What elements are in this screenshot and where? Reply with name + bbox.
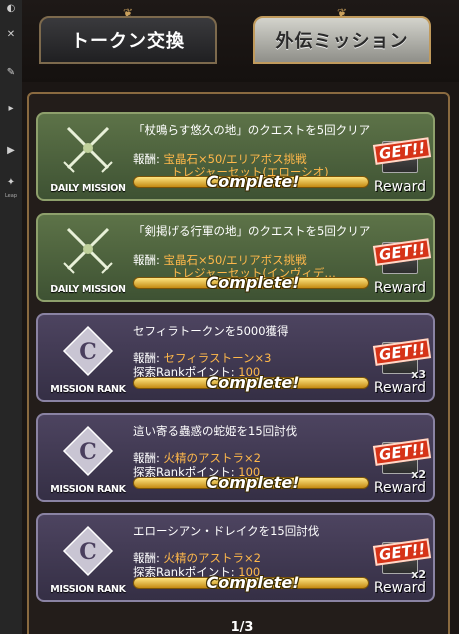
- reward-value: セフィラストーン×3: [163, 351, 272, 365]
- reward-prefix: 報酬:: [133, 551, 160, 565]
- emblem-label: MISSION RANK: [50, 584, 126, 595]
- reward-line: 報酬: セフィラストーン×3: [133, 351, 271, 365]
- video-icon[interactable]: ▸: [0, 102, 22, 116]
- reward-line: 報酬: 火精のアストラ×2: [133, 451, 261, 465]
- sparkle-icon[interactable]: ✦: [0, 176, 22, 190]
- complete-label: Complete!: [206, 172, 300, 191]
- emblem-label: MISSION RANK: [50, 484, 126, 495]
- complete-label: Complete!: [206, 573, 300, 592]
- play-icon[interactable]: ▶: [0, 144, 22, 158]
- reward-button[interactable]: Reward: [371, 280, 429, 296]
- mission-rank-emblem: C MISSION RANK: [44, 525, 132, 595]
- mission-title: エローシアン・ドレイクを15回討伐: [133, 524, 320, 538]
- mission-title: 這い寄る蟲惑の蛇姫を15回討伐: [133, 424, 298, 438]
- reward-button[interactable]: Reward: [371, 179, 429, 195]
- svg-text:C: C: [79, 539, 97, 565]
- emblem-label: DAILY MISSION: [50, 284, 126, 295]
- reward-item-icon[interactable]: GET!! x2: [372, 538, 432, 581]
- emblem-label: MISSION RANK: [50, 384, 126, 395]
- rank-c-icon: C: [58, 525, 118, 581]
- game-screen: ❦ ❦ トークン交換 外伝ミッション DAILY MISSION 「杖鳴らす悠久の…: [22, 0, 459, 634]
- mission-card: C MISSION RANK エローシアン・ドレイクを15回討伐 報酬: 火精のアスト…: [36, 513, 435, 602]
- rank-c-icon: C: [58, 325, 118, 381]
- circle-icon[interactable]: ◐: [0, 2, 22, 16]
- tab-label: トークン交換: [71, 31, 185, 52]
- reward-button[interactable]: Reward: [371, 480, 429, 496]
- sidebar-label: Leap: [4, 193, 17, 199]
- mission-card: DAILY MISSION 「剣掲げる行軍の地」のクエストを5回クリア 報酬: 宝晶…: [36, 213, 435, 302]
- browser-sidebar: ◐ ✕ ✎ ▸ ▶ ✦ Leap: [0, 0, 23, 634]
- crossed-swords-icon: [58, 124, 118, 180]
- mission-card: DAILY MISSION 「杖鳴らす悠久の地」のクエストを5回クリア 報酬: 宝晶…: [36, 112, 435, 201]
- reward-prefix: 報酬:: [133, 152, 160, 166]
- mission-title: セフィラトークンを5000獲得: [133, 324, 289, 338]
- daily-mission-emblem: DAILY MISSION: [44, 124, 132, 194]
- reward-value: 宝晶石×50/エリアボス挑戦: [163, 152, 307, 166]
- reward-value: 宝晶石×50/エリアボス挑戦: [163, 253, 307, 267]
- reward-button[interactable]: Reward: [371, 580, 429, 596]
- mission-title: 「剣掲げる行軍の地」のクエストを5回クリア: [133, 224, 371, 238]
- x-icon[interactable]: ✕: [0, 28, 22, 42]
- reward-item-icon[interactable]: GET!! x2: [372, 438, 432, 481]
- tab-side-mission[interactable]: 外伝ミッション: [253, 16, 431, 64]
- emblem-label: DAILY MISSION: [50, 183, 126, 194]
- reward-line: 報酬: 宝晶石×50/エリアボス挑戦: [133, 253, 307, 267]
- tab-token-exchange[interactable]: トークン交換: [39, 16, 217, 64]
- reward-line: 報酬: 宝晶石×50/エリアボス挑戦: [133, 152, 307, 166]
- reward-prefix: 報酬:: [133, 253, 160, 267]
- rank-c-icon: C: [58, 425, 118, 481]
- reward-item-icon[interactable]: GET!! x3: [372, 338, 432, 381]
- complete-label: Complete!: [206, 273, 300, 292]
- svg-text:C: C: [79, 339, 97, 365]
- complete-label: Complete!: [206, 373, 300, 392]
- pagination[interactable]: 1/3: [212, 620, 272, 634]
- reward-value: 火精のアストラ×2: [163, 551, 261, 565]
- tab-bar: ❦ ❦ トークン交換 外伝ミッション: [22, 0, 459, 82]
- svg-text:C: C: [79, 439, 97, 465]
- reward-item-icon[interactable]: GET!!: [372, 137, 432, 178]
- mission-rank-emblem: C MISSION RANK: [44, 425, 132, 495]
- reward-value: 火精のアストラ×2: [163, 451, 261, 465]
- reward-prefix: 報酬:: [133, 351, 160, 365]
- reward-line: 報酬: 火精のアストラ×2: [133, 551, 261, 565]
- edit-icon[interactable]: ✎: [0, 66, 22, 80]
- reward-button[interactable]: Reward: [371, 380, 429, 396]
- mission-card: C MISSION RANK セフィラトークンを5000獲得 報酬: セフィラストーン…: [36, 313, 435, 402]
- mission-rank-emblem: C MISSION RANK: [44, 325, 132, 395]
- mission-card: C MISSION RANK 這い寄る蟲惑の蛇姫を15回討伐 報酬: 火精のアストラ×…: [36, 413, 435, 502]
- crossed-swords-icon: [58, 225, 118, 281]
- reward-item-icon[interactable]: GET!!: [372, 238, 432, 279]
- daily-mission-emblem: DAILY MISSION: [44, 225, 132, 295]
- mission-title: 「杖鳴らす悠久の地」のクエストを5回クリア: [133, 123, 371, 137]
- tab-label: 外伝ミッション: [275, 31, 409, 52]
- complete-label: Complete!: [206, 473, 300, 492]
- reward-prefix: 報酬:: [133, 451, 160, 465]
